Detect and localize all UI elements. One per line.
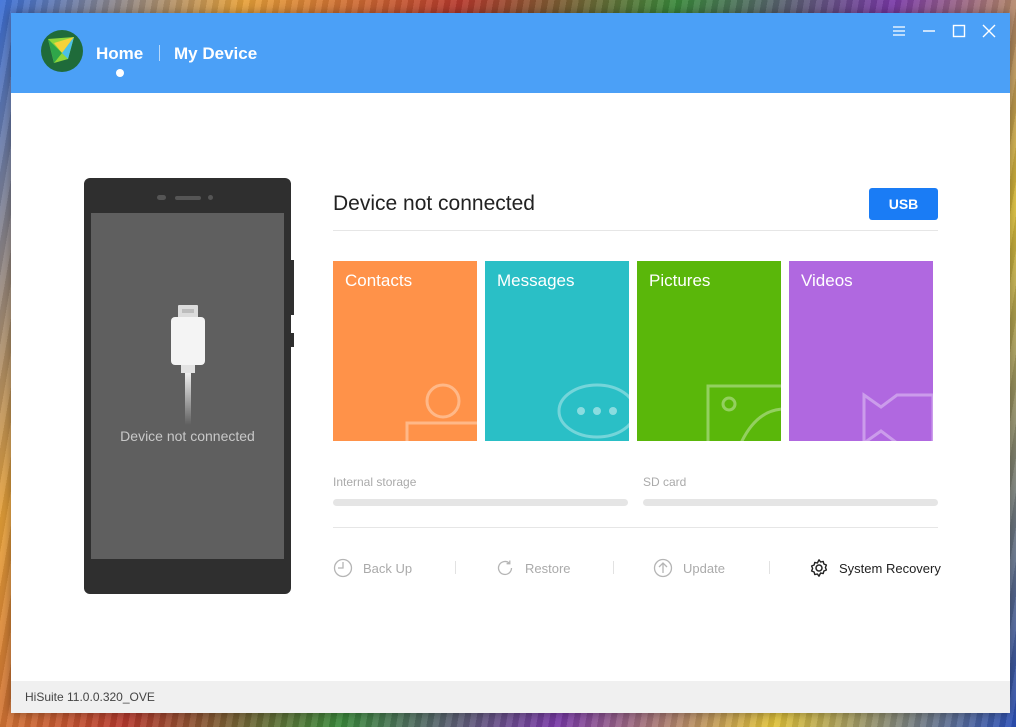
gear-icon — [810, 559, 828, 577]
phone-illustration: Device not connected — [84, 178, 291, 594]
internal-storage-label: Internal storage — [333, 475, 417, 489]
nav-my-device-tab[interactable]: My Device — [174, 44, 257, 64]
tile-videos[interactable]: Videos — [789, 261, 933, 441]
sd-card-label: SD card — [643, 475, 687, 489]
minimize-icon[interactable] — [921, 23, 937, 39]
usb-cable-icon — [168, 305, 208, 425]
tile-label: Contacts — [345, 271, 413, 290]
hisuite-window: Home My Device Device not connected Devi… — [11, 13, 1010, 713]
sd-card-bar — [643, 499, 938, 506]
status-bar: HiSuite 11.0.0.320_OVE — [11, 681, 1010, 713]
tile-pictures[interactable]: Pictures — [637, 261, 781, 441]
usb-connect-button[interactable]: USB — [869, 188, 938, 220]
picture-icon — [706, 384, 781, 441]
update-arrow-icon — [653, 558, 673, 578]
tile-contacts[interactable]: Contacts — [333, 261, 477, 441]
backup-clock-icon — [333, 558, 353, 578]
maximize-icon[interactable] — [951, 23, 967, 39]
divider — [333, 230, 938, 231]
system-recovery-button[interactable]: System Recovery — [809, 557, 941, 579]
version-label: HiSuite 11.0.0.320_OVE — [25, 690, 155, 704]
divider — [333, 527, 938, 528]
internal-storage-bar — [333, 499, 628, 506]
tile-messages[interactable]: Messages — [485, 261, 629, 441]
phone-side-button — [291, 333, 294, 347]
action-divider — [613, 561, 614, 574]
title-bar: Home My Device — [11, 13, 1010, 93]
connection-title: Device not connected — [333, 192, 535, 215]
nav-home-tab[interactable]: Home — [96, 44, 143, 64]
close-icon[interactable] — [981, 23, 997, 39]
tile-label: Videos — [801, 271, 853, 290]
chat-bubble-icon — [557, 383, 629, 439]
contact-icon — [405, 383, 477, 441]
update-label: Update — [683, 560, 725, 576]
active-tab-indicator — [116, 69, 124, 77]
restore-button[interactable]: Restore — [495, 557, 571, 579]
action-divider — [769, 561, 770, 574]
hisuite-logo-icon — [40, 29, 84, 73]
tile-label: Messages — [497, 271, 575, 290]
phone-connection-status: Device not connected — [120, 428, 255, 444]
system-recovery-label: System Recovery — [839, 560, 941, 576]
menu-icon[interactable] — [891, 23, 907, 39]
update-button[interactable]: Update — [653, 557, 725, 579]
phone-sensor — [157, 195, 166, 200]
phone-camera — [208, 195, 213, 200]
tile-label: Pictures — [649, 271, 711, 290]
phone-speaker — [175, 196, 201, 200]
video-camera-icon — [862, 392, 933, 441]
action-divider — [455, 561, 456, 574]
restore-label: Restore — [525, 560, 571, 576]
backup-label: Back Up — [363, 560, 413, 576]
phone-screen: Device not connected — [91, 213, 284, 559]
nav-divider — [159, 45, 160, 61]
backup-button[interactable]: Back Up — [333, 557, 412, 579]
phone-side-button — [291, 260, 294, 315]
restore-icon — [497, 560, 513, 576]
